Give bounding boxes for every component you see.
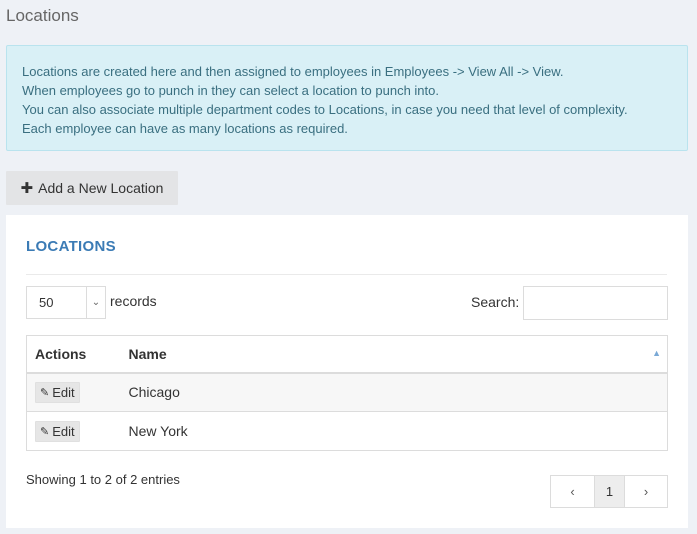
pagination-prev-button[interactable]: ‹ [551, 476, 594, 507]
table-row: ✎ Edit New York [26, 411, 668, 451]
info-line-3: You can also associate multiple departme… [22, 102, 628, 117]
edit-icon: ✎ [40, 386, 50, 399]
table-header-row: Actions Name ▲ [26, 335, 668, 374]
locations-table: Actions Name ▲ ✎ Edit Chicago ✎ Edit New… [26, 335, 668, 451]
info-line-4: Each employee can have as many locations… [22, 121, 348, 136]
edit-label: Edit [52, 384, 75, 400]
info-line-1: Locations are created here and then assi… [22, 64, 564, 79]
add-location-button[interactable]: ✚ Add a New Location [6, 171, 178, 205]
card-title: LOCATIONS [26, 238, 116, 255]
location-name: New York [120, 411, 668, 451]
pagination-next-button[interactable]: › [625, 476, 667, 507]
search-input[interactable] [523, 286, 668, 320]
info-line-2: When employees go to punch in they can s… [22, 83, 439, 98]
chevron-down-icon: ⌄ [86, 287, 105, 318]
page-length-value: 50 [39, 295, 54, 310]
column-header-actions: Actions [26, 335, 121, 374]
add-location-label: Add a New Location [38, 180, 164, 196]
page-title: Locations [6, 6, 79, 25]
plus-icon: ✚ [20, 179, 34, 197]
sort-asc-icon: ▲ [652, 348, 661, 358]
records-label: records [110, 293, 157, 309]
edit-button[interactable]: ✎ Edit [35, 381, 80, 403]
locations-card: LOCATIONS 50 ⌄ records Search: Actions N… [6, 215, 688, 528]
table-info: Showing 1 to 2 of 2 entries [26, 472, 180, 487]
column-header-name-label: Name [128, 345, 167, 362]
edit-icon: ✎ [40, 425, 50, 438]
location-name: Chicago [128, 384, 180, 401]
pagination-page-1[interactable]: 1 [594, 476, 625, 507]
edit-button[interactable]: ✎ Edit [35, 420, 80, 442]
pagination: ‹ 1 › [550, 475, 668, 508]
search-label: Search: [471, 294, 520, 310]
edit-label: Edit [52, 423, 75, 439]
page-length-select[interactable]: 50 ⌄ [26, 286, 106, 319]
info-alert: Locations are created here and then assi… [6, 45, 688, 151]
column-header-name[interactable]: Name ▲ [120, 335, 668, 374]
card-divider [26, 274, 667, 275]
table-row: ✎ Edit Chicago [26, 372, 668, 412]
